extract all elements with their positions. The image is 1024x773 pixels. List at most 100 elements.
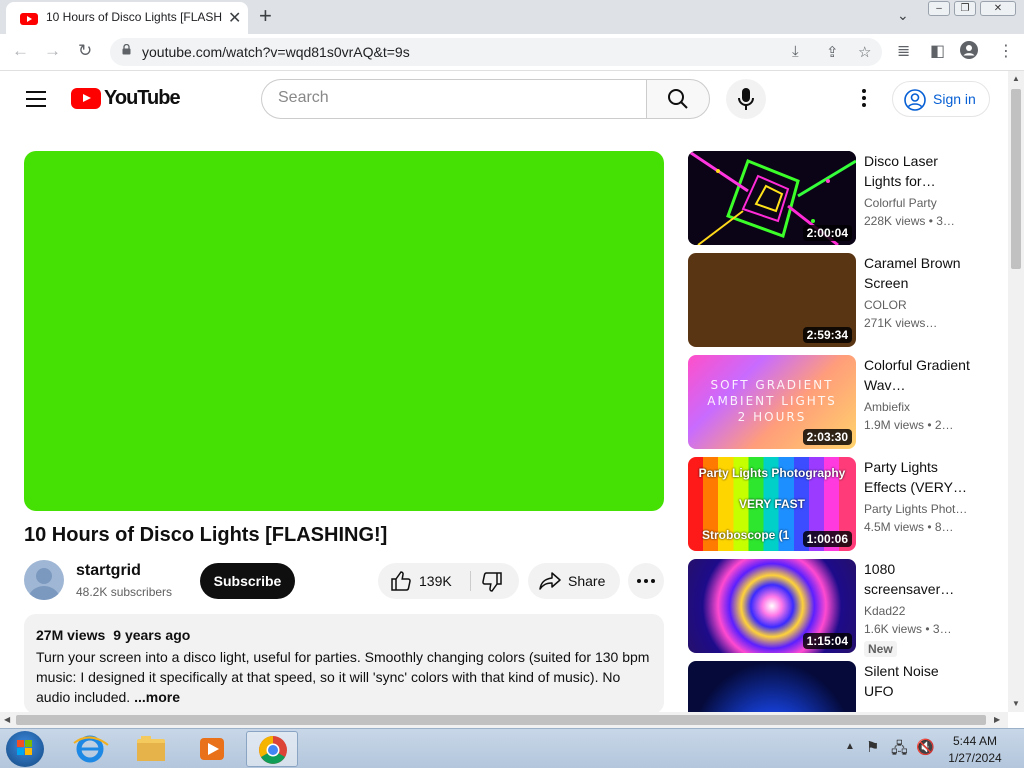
- subscriber-count: 48.2K subscribers: [76, 585, 173, 599]
- vertical-scroll-thumb[interactable]: [1011, 89, 1021, 269]
- network-icon[interactable]: 🖧: [891, 738, 908, 763]
- install-app-icon[interactable]: ⤓: [792, 43, 799, 60]
- share-page-icon[interactable]: ⇪: [826, 43, 839, 61]
- recommendation-title[interactable]: Caramel Brown Screen: [864, 253, 972, 293]
- view-meta: 27M views 9 years ago: [36, 627, 198, 643]
- recommendation-views: 271K views…: [864, 316, 938, 330]
- browser-tab-strip: 10 Hours of Disco Lights [FLASHING!] - Y…: [0, 0, 1024, 34]
- search-icon: [668, 89, 688, 109]
- file-explorer-icon[interactable]: [125, 731, 177, 767]
- video-thumbnail[interactable]: Party Lights Photography VERY FAST Strob…: [688, 457, 856, 551]
- description-text: Turn your screen into a disco light, use…: [36, 647, 652, 707]
- recommendation-title[interactable]: Colorful Gradient Wav…: [864, 355, 972, 395]
- chrome-taskbar-icon[interactable]: [246, 731, 298, 767]
- media-player-icon[interactable]: [186, 731, 238, 767]
- media-queue-icon[interactable]: ≣: [897, 41, 910, 61]
- recommendation-item[interactable]: 2:59:34 Caramel Brown Screen COLOR 271K …: [688, 253, 1008, 347]
- new-badge: New: [864, 641, 897, 657]
- video-thumbnail[interactable]: [688, 661, 856, 712]
- recommendation-title[interactable]: Disco Laser Lights for…: [864, 151, 972, 191]
- windows-taskbar: ▲ ⚑ 🖧 🔇 5:44 AM 1/27/2024: [0, 728, 1024, 768]
- search-input[interactable]: [278, 89, 628, 107]
- duration-badge: 1:15:04: [802, 633, 852, 649]
- thumbs-up-icon[interactable]: [390, 570, 412, 592]
- hamburger-menu-icon[interactable]: [26, 91, 46, 107]
- recommendation-item[interactable]: SOFT GRADIENT AMBIENT LIGHTS 2 HOURS 2:0…: [688, 355, 1008, 449]
- show-more-link[interactable]: ...more: [134, 689, 180, 705]
- recommendation-title[interactable]: Party Lights Effects (VERY…: [864, 457, 972, 497]
- browser-menu-icon[interactable]: ⋮: [998, 41, 1014, 61]
- scroll-down-arrow-icon[interactable]: ▼: [1012, 699, 1020, 708]
- duration-badge: 2:59:34: [802, 327, 852, 343]
- channel-name[interactable]: startgrid: [76, 562, 141, 580]
- recommendation-channel[interactable]: COLOR: [864, 298, 972, 312]
- profile-icon[interactable]: [960, 41, 978, 64]
- search-field[interactable]: [261, 79, 647, 119]
- share-button[interactable]: Share: [528, 563, 620, 599]
- account-icon: [904, 89, 926, 111]
- video-player[interactable]: [24, 151, 664, 511]
- recommendation-item[interactable]: 1:15:04 1080 screensaver… Kdad22 1.6K vi…: [688, 559, 1008, 657]
- upload-age: 9 years ago: [113, 627, 191, 643]
- clock-date: 1/27/2024: [948, 751, 1002, 765]
- minimize-window-icon[interactable]: –: [928, 1, 950, 16]
- vertical-scrollbar[interactable]: ▲ ▼: [1008, 71, 1024, 712]
- browser-tab[interactable]: 10 Hours of Disco Lights [FLASHING!] - Y…: [6, 2, 248, 34]
- sign-in-button[interactable]: Sign in: [892, 81, 990, 117]
- bookmark-star-icon[interactable]: ☆: [858, 43, 871, 61]
- side-panel-icon[interactable]: ◧: [930, 41, 945, 61]
- video-title: 10 Hours of Disco Lights [FLASHING!]: [24, 524, 388, 546]
- thumbnail-caption: AMBIENT LIGHTS: [707, 394, 837, 408]
- scroll-right-arrow-icon[interactable]: ▶: [994, 715, 1000, 724]
- horizontal-scroll-thumb[interactable]: [16, 715, 986, 725]
- recommendation-title[interactable]: Silent Noise UFO: [864, 661, 972, 701]
- scroll-left-arrow-icon[interactable]: ◀: [4, 715, 10, 724]
- scroll-up-arrow-icon[interactable]: ▲: [1012, 74, 1020, 83]
- recommendation-item[interactable]: Party Lights Photography VERY FAST Strob…: [688, 457, 1008, 551]
- address-bar[interactable]: youtube.com/watch?v=wqd81s0vrAQ&t=9s ⤓ ⇪…: [110, 38, 882, 66]
- forward-arrow-icon[interactable]: →: [44, 41, 61, 61]
- system-clock[interactable]: 5:44 AM 1/27/2024: [940, 733, 1010, 767]
- thumbs-down-icon[interactable]: [481, 571, 503, 593]
- channel-avatar[interactable]: [24, 560, 64, 600]
- recommendation-item[interactable]: Silent Noise UFO: [688, 661, 1008, 712]
- video-thumbnail[interactable]: 2:59:34: [688, 253, 856, 347]
- show-hidden-icons-icon[interactable]: ▲: [845, 741, 855, 752]
- lock-icon: [122, 44, 131, 55]
- recommendation-item[interactable]: 2:00:04 Disco Laser Lights for… Colorful…: [688, 151, 1008, 245]
- recommendation-channel[interactable]: Ambiefix: [864, 400, 972, 414]
- description-box[interactable]: 27M views 9 years ago Turn your screen in…: [24, 614, 664, 714]
- like-count[interactable]: 139K: [419, 573, 452, 589]
- share-label: Share: [568, 573, 606, 589]
- back-arrow-icon[interactable]: ←: [12, 41, 29, 61]
- settings-kebab-icon[interactable]: [858, 89, 870, 109]
- internet-explorer-icon[interactable]: [64, 731, 116, 767]
- restore-window-icon[interactable]: ❐: [954, 1, 976, 16]
- close-window-icon[interactable]: ✕: [980, 1, 1016, 16]
- video-thumbnail[interactable]: 2:00:04: [688, 151, 856, 245]
- more-actions-button[interactable]: [628, 563, 664, 599]
- subscribe-button[interactable]: Subscribe: [200, 563, 295, 599]
- recommendation-views: 1.9M views • 2…: [864, 418, 954, 432]
- share-arrow-icon: [539, 572, 561, 590]
- search-button[interactable]: [646, 79, 710, 119]
- recommendation-channel[interactable]: Party Lights Phot…: [864, 502, 972, 516]
- duration-badge: 2:00:04: [802, 225, 852, 241]
- action-center-flag-icon[interactable]: ⚑: [866, 738, 879, 756]
- url-text: youtube.com/watch?v=wqd81s0vrAQ&t=9s: [142, 44, 410, 60]
- recommendation-channel[interactable]: Colorful Party: [864, 196, 972, 210]
- volume-muted-icon[interactable]: 🔇: [916, 738, 935, 756]
- horizontal-scrollbar[interactable]: ◀ ▶: [0, 712, 1008, 728]
- video-thumbnail[interactable]: SOFT GRADIENT AMBIENT LIGHTS 2 HOURS 2:0…: [688, 355, 856, 449]
- new-tab-button[interactable]: +: [259, 3, 272, 29]
- tab-search-chevron-icon[interactable]: ⌄: [897, 7, 909, 24]
- youtube-favicon-icon: [20, 13, 38, 25]
- recommendation-channel[interactable]: Kdad22: [864, 604, 972, 618]
- close-tab-icon[interactable]: ✕: [228, 8, 241, 28]
- tab-title: 10 Hours of Disco Lights [FLASHING!] - Y…: [46, 10, 222, 24]
- video-thumbnail[interactable]: 1:15:04: [688, 559, 856, 653]
- windows-start-button[interactable]: [6, 731, 44, 767]
- recommendation-title[interactable]: 1080 screensaver…: [864, 559, 972, 599]
- reload-icon[interactable]: ↻: [78, 41, 92, 61]
- voice-search-button[interactable]: [726, 79, 766, 119]
